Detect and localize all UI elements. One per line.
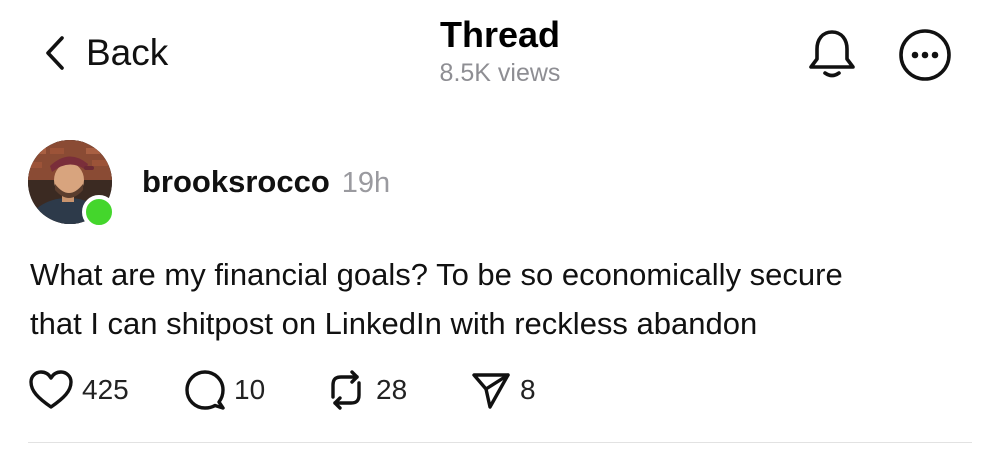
repost-button[interactable]: 28 (324, 369, 470, 411)
heart-icon (29, 370, 73, 409)
post-text-line: What are my financial goals? To be so ec… (30, 257, 843, 292)
like-count: 425 (82, 374, 129, 405)
thread-header: Back Thread 8.5K views (0, 0, 1000, 110)
post-actions: 425 10 28 8 (28, 366, 570, 414)
post-timestamp: 19h (341, 167, 391, 199)
send-icon (472, 373, 510, 409)
notifications-button[interactable] (806, 26, 858, 82)
share-count: 8 (520, 374, 536, 405)
post-body: What are my financial goals? To be so ec… (30, 250, 980, 348)
more-options-button[interactable] (898, 28, 952, 82)
comment-button[interactable]: 10 (184, 369, 324, 411)
post-author-line: brooksrocco 19h (142, 164, 390, 200)
post-divider (28, 442, 972, 443)
comment-count: 10 (234, 374, 266, 405)
like-button[interactable]: 425 (28, 369, 184, 411)
post-text-line: that I can shitpost on LinkedIn with rec… (30, 306, 758, 341)
online-status-indicator (82, 195, 116, 229)
repost-count: 28 (376, 374, 408, 405)
repost-icon (331, 370, 361, 410)
more-circle-icon (899, 29, 951, 81)
username[interactable]: brooksrocco (142, 164, 330, 200)
bell-icon (809, 30, 855, 78)
comment-icon (185, 370, 225, 410)
share-button[interactable]: 8 (470, 369, 570, 411)
